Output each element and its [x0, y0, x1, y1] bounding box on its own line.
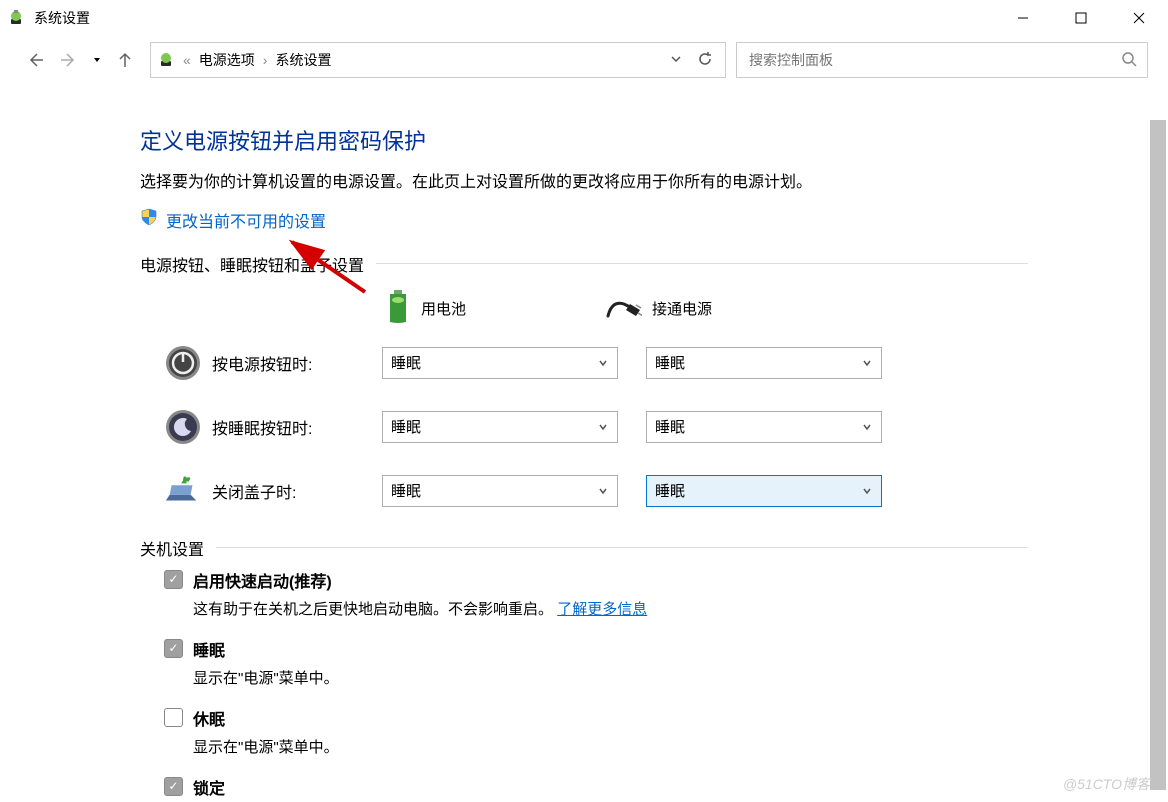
laptop-lid-icon — [164, 472, 202, 510]
section-shutdown-label: 关机设置 — [140, 536, 1028, 560]
breadcrumb-icon — [157, 50, 177, 70]
sleep-option-row: 睡眠 显示在"电源"菜单中。 — [164, 637, 1028, 698]
power-button-label: 按电源按钮时: — [212, 351, 382, 375]
back-button[interactable] — [20, 45, 50, 75]
sleep-button-row: 按睡眠按钮时: 睡眠 睡眠 — [164, 408, 1028, 446]
refresh-button[interactable] — [697, 51, 713, 70]
minimize-button[interactable] — [994, 0, 1052, 36]
fast-startup-label: 启用快速启动(推荐) — [193, 568, 1028, 592]
hibernate-option-row: 休眠 显示在"电源"菜单中。 — [164, 706, 1028, 767]
control-panel-window: 系统设置 « 电源选项 › 系统设置 — [0, 0, 1168, 802]
breadcrumb-level2[interactable]: 系统设置 — [271, 50, 335, 70]
shield-icon — [140, 208, 158, 231]
up-button[interactable] — [110, 45, 140, 75]
fast-startup-desc: 这有助于在关机之后更快地启动电脑。不会影响重启。 了解更多信息 — [193, 598, 1028, 619]
power-icon — [164, 344, 202, 382]
page-description: 选择要为你的计算机设置的电源设置。在此页上对设置所做的更改将应用于你所有的电源计… — [140, 170, 1028, 196]
power-button-row: 按电源按钮时: 睡眠 睡眠 — [164, 344, 1028, 382]
breadcrumb-level1[interactable]: 电源选项 — [195, 50, 259, 70]
fast-startup-checkbox[interactable] — [164, 570, 183, 589]
admin-link-text: 更改当前不可用的设置 — [166, 208, 326, 232]
maximize-button[interactable] — [1052, 0, 1110, 36]
battery-column-header: 用电池 — [385, 290, 466, 328]
forward-button[interactable] — [54, 45, 84, 75]
column-headers: 用电池 接通电源 — [385, 290, 1028, 328]
sleep-button-plugged-select[interactable]: 睡眠 — [646, 411, 882, 443]
power-button-battery-select[interactable]: 睡眠 — [382, 347, 618, 379]
search-input[interactable] — [747, 51, 1121, 69]
sleep-option-desc: 显示在"电源"菜单中。 — [193, 667, 1028, 688]
hibernate-option-checkbox[interactable] — [164, 708, 183, 727]
window-controls — [994, 0, 1168, 36]
watermark: @51CTO博客 — [1063, 774, 1150, 794]
plugged-column-header: 接通电源 — [606, 290, 712, 328]
lid-plugged-select[interactable]: 睡眠 — [646, 475, 882, 507]
lock-option-row: 锁定 — [164, 775, 1028, 799]
app-icon — [8, 9, 26, 27]
search-box[interactable] — [736, 42, 1148, 78]
section-buttons-label: 电源按钮、睡眠按钮和盖子设置 — [140, 252, 1028, 276]
titlebar: 系统设置 — [0, 0, 1168, 36]
lid-battery-select[interactable]: 睡眠 — [382, 475, 618, 507]
learn-more-link[interactable]: 了解更多信息 — [557, 601, 647, 618]
close-button[interactable] — [1110, 0, 1168, 36]
window-title: 系统设置 — [34, 8, 90, 28]
battery-icon — [385, 290, 411, 328]
breadcrumb-prefix: « — [179, 52, 195, 68]
nav-row: « 电源选项 › 系统设置 — [0, 36, 1168, 84]
sleep-button-label: 按睡眠按钮时: — [212, 415, 382, 439]
content-area: 定义电源按钮并启用密码保护 选择要为你的计算机设置的电源设置。在此页上对设置所做… — [0, 84, 1168, 799]
lock-option-checkbox[interactable] — [164, 777, 183, 796]
lid-label: 关闭盖子时: — [212, 479, 382, 503]
chevron-right-icon: › — [259, 52, 272, 68]
address-dropdown-icon[interactable] — [669, 52, 683, 69]
search-icon[interactable] — [1121, 51, 1137, 70]
page-title: 定义电源按钮并启用密码保护 — [140, 124, 1028, 156]
hibernate-option-desc: 显示在"电源"菜单中。 — [193, 736, 1028, 757]
power-button-plugged-select[interactable]: 睡眠 — [646, 347, 882, 379]
change-unavailable-settings-link[interactable]: 更改当前不可用的设置 — [140, 208, 1028, 232]
hibernate-option-label: 休眠 — [193, 706, 1028, 730]
lock-option-label: 锁定 — [193, 775, 1028, 799]
lid-row: 关闭盖子时: 睡眠 睡眠 — [164, 472, 1028, 510]
sleep-option-checkbox[interactable] — [164, 639, 183, 658]
sleep-icon — [164, 408, 202, 446]
sleep-option-label: 睡眠 — [193, 637, 1028, 661]
address-bar[interactable]: « 电源选项 › 系统设置 — [150, 42, 726, 78]
fast-startup-row: 启用快速启动(推荐) 这有助于在关机之后更快地启动电脑。不会影响重启。 了解更多… — [164, 568, 1028, 629]
plug-icon — [606, 294, 642, 324]
history-dropdown[interactable] — [88, 54, 106, 66]
sleep-button-battery-select[interactable]: 睡眠 — [382, 411, 618, 443]
